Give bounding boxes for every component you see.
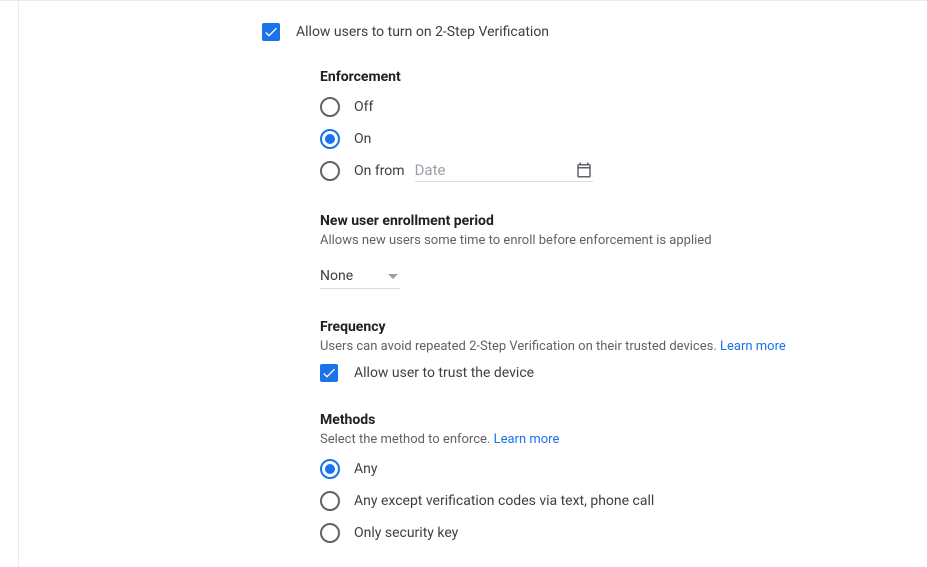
enrollment-block: New user enrollment period Allows new us… — [320, 213, 907, 289]
methods-desc: Select the method to enforce. Learn more — [320, 432, 907, 447]
methods-except-row: Any except verification codes via text, … — [320, 489, 907, 513]
frequency-block: Frequency Users can avoid repeated 2-Ste… — [320, 319, 907, 382]
date-placeholder: Date — [415, 161, 446, 179]
enrollment-selected: None — [320, 268, 353, 284]
enrollment-heading: New user enrollment period — [320, 213, 907, 229]
methods-learn-more-link[interactable]: Learn more — [494, 432, 560, 447]
check-icon — [321, 365, 337, 381]
allow-2sv-row: Allow users to turn on 2-Step Verificati… — [262, 23, 907, 41]
enrollment-dropdown[interactable]: None — [320, 264, 400, 289]
enforcement-on-label: On — [354, 131, 371, 147]
enforcement-on-row: On — [320, 127, 907, 151]
chevron-down-icon — [388, 274, 398, 279]
allow-2sv-checkbox[interactable] — [262, 23, 280, 41]
enforcement-onfrom-label: On from — [354, 163, 405, 179]
frequency-heading: Frequency — [320, 319, 907, 335]
frequency-learn-more-link[interactable]: Learn more — [720, 339, 786, 354]
enrollment-desc: Allows new users some time to enroll bef… — [320, 233, 907, 248]
trust-device-label: Allow user to trust the device — [354, 365, 534, 381]
trust-device-checkbox[interactable] — [320, 364, 338, 382]
enforcement-date-input[interactable]: Date — [415, 161, 593, 182]
enforcement-radio-on[interactable] — [320, 129, 340, 149]
trust-device-row: Allow user to trust the device — [320, 364, 907, 382]
methods-radio-except[interactable] — [320, 491, 340, 511]
enforcement-off-row: Off — [320, 95, 907, 119]
enforcement-onfrom-row: On from Date — [320, 159, 907, 183]
allow-2sv-label: Allow users to turn on 2-Step Verificati… — [296, 24, 549, 40]
enforcement-radio-off[interactable] — [320, 97, 340, 117]
methods-desc-text: Select the method to enforce. — [320, 432, 494, 447]
enforcement-off-label: Off — [354, 99, 373, 115]
enforcement-section: Enforcement Off On On from Date New user… — [320, 69, 907, 545]
methods-securitykey-label: Only security key — [354, 525, 458, 541]
methods-except-label: Any except verification codes via text, … — [354, 493, 654, 509]
settings-panel: Allow users to turn on 2-Step Verificati… — [0, 1, 927, 545]
methods-radio-securitykey[interactable] — [320, 523, 340, 543]
frequency-desc: Users can avoid repeated 2-Step Verifica… — [320, 339, 907, 354]
enforcement-radio-onfrom[interactable] — [320, 161, 340, 181]
enforcement-heading: Enforcement — [320, 69, 907, 85]
check-icon — [263, 24, 279, 40]
methods-any-row: Any — [320, 457, 907, 481]
left-divider — [18, 1, 19, 567]
methods-heading: Methods — [320, 412, 907, 428]
methods-block: Methods Select the method to enforce. Le… — [320, 412, 907, 545]
methods-securitykey-row: Only security key — [320, 521, 907, 545]
methods-any-label: Any — [354, 461, 378, 477]
frequency-desc-text: Users can avoid repeated 2-Step Verifica… — [320, 339, 720, 354]
methods-radio-any[interactable] — [320, 459, 340, 479]
calendar-icon — [575, 161, 593, 179]
